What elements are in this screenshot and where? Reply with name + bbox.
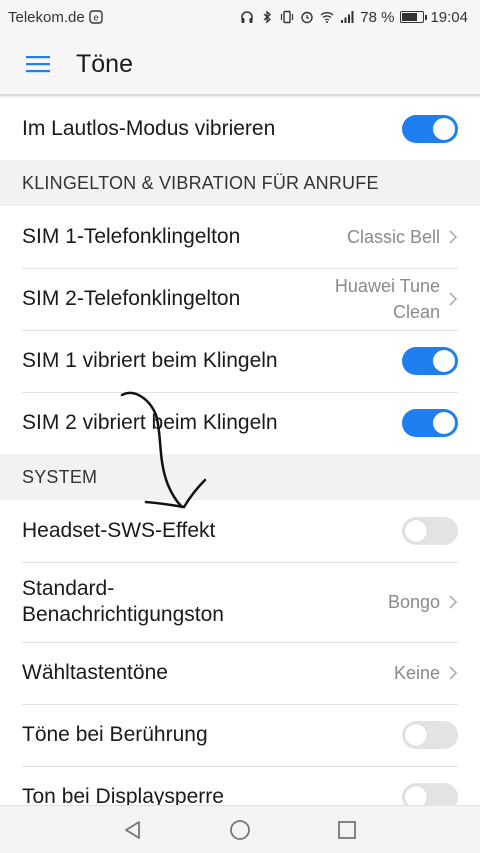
status-icons: 78 % 19:04 [240, 9, 468, 26]
setting-label: SIM 1 vibriert beim Klingeln [22, 348, 278, 372]
setting-silent-vibrate[interactable]: Im Lautlos-Modus vibrieren [0, 98, 480, 160]
page-title: Töne [76, 49, 133, 78]
section-header-ringtone: KLINGELTON & VIBRATION FÜR ANRUFE [22, 172, 379, 193]
setting-label: Headset-SWS-Effekt [22, 518, 216, 542]
setting-sim2-vibrate[interactable]: SIM 2 vibriert beim Klingeln [0, 392, 480, 454]
setting-label: Im Lautlos-Modus vibrieren [22, 116, 276, 140]
setting-lock-tone[interactable]: Ton bei Displaysperre [0, 766, 480, 805]
section-header-system: SYSTEM [22, 466, 98, 487]
label-line-2: Benachrichtigungston [22, 603, 224, 626]
notification-icon: e [89, 10, 103, 24]
hamburger-icon [26, 56, 50, 73]
app-bar: Töne [0, 34, 480, 96]
setting-label: Standard- Benachrichtigungston [22, 576, 388, 629]
battery-icon [400, 11, 428, 23]
setting-label: SIM 1-Telefonklingelton [22, 224, 241, 248]
toggle-knob [433, 412, 455, 434]
wifi-icon [320, 12, 334, 23]
vibrate-icon [281, 10, 294, 24]
setting-label: SIM 2-Telefonklingelton [22, 286, 241, 310]
silent-vibrate-toggle[interactable] [402, 115, 458, 143]
setting-value: Keine [393, 662, 440, 683]
setting-value: Bongo [387, 591, 440, 612]
chevron-right-icon [449, 230, 458, 244]
setting-label: Ton bei Displaysperre [22, 784, 224, 805]
battery-percent: 78 % [360, 8, 395, 26]
setting-dial-tones[interactable]: Wähltastentöne Keine [0, 642, 480, 704]
toggle-knob [433, 118, 455, 140]
label-line-1: Standard- [22, 576, 115, 600]
toggle-knob [405, 724, 427, 746]
value-line-2: Clean [392, 302, 440, 322]
setting-touch-tones[interactable]: Töne bei Berührung [0, 704, 480, 766]
back-icon[interactable] [122, 819, 144, 841]
home-icon[interactable] [229, 819, 251, 841]
navigation-bar [0, 805, 480, 853]
carrier-name: Telekom.de [8, 8, 85, 26]
alarm-icon [301, 11, 313, 24]
bluetooth-icon [263, 10, 272, 24]
menu-button[interactable] [0, 33, 76, 95]
toggle-knob [405, 520, 427, 542]
toggle-knob [405, 786, 427, 805]
sim1-vibrate-toggle[interactable] [402, 347, 458, 375]
carrier-group: Telekom.de e [8, 9, 103, 26]
chevron-right-icon [449, 666, 458, 680]
setting-sim1-vibrate[interactable]: SIM 1 vibriert beim Klingeln [0, 330, 480, 392]
setting-sim2-ringtone[interactable]: SIM 2-Telefonklingelton Huawei Tune Clea… [0, 268, 480, 330]
lock-tone-toggle[interactable] [402, 783, 458, 805]
toggle-knob [433, 350, 455, 372]
battery-fill [402, 13, 418, 21]
setting-label: Töne bei Berührung [22, 722, 208, 746]
signal-icon [341, 11, 354, 23]
setting-headset-sws[interactable]: Headset-SWS-Effekt [0, 500, 480, 562]
value-line-1: Huawei Tune [334, 275, 440, 296]
touch-tones-toggle[interactable] [402, 721, 458, 749]
sim2-vibrate-toggle[interactable] [402, 409, 458, 437]
setting-sim1-ringtone[interactable]: SIM 1-Telefonklingelton Classic Bell [0, 206, 480, 268]
headset-icon [241, 11, 253, 23]
svg-text:e: e [93, 14, 99, 24]
status-bar: Telekom.de e 78 % 19:04 [0, 0, 480, 34]
chevron-right-icon [449, 292, 458, 306]
setting-notification-tone[interactable]: Standard- Benachrichtigungston Bongo [0, 562, 480, 642]
setting-label: Wähltastentöne [22, 660, 168, 684]
clock: 19:04 [430, 8, 468, 26]
headset-sws-toggle[interactable] [402, 517, 458, 545]
setting-value: Huawei Tune Clean [335, 273, 440, 325]
settings-list[interactable]: Im Lautlos-Modus vibrieren KLINGELTON & … [0, 98, 480, 805]
setting-value: Classic Bell [346, 226, 440, 247]
chevron-right-icon [449, 595, 458, 609]
recents-icon[interactable] [336, 819, 358, 841]
setting-label: SIM 2 vibriert beim Klingeln [22, 410, 278, 434]
